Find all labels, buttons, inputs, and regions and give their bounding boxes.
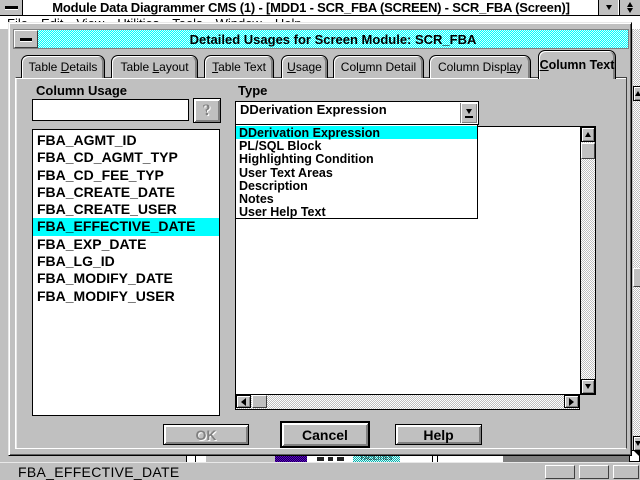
cancel-button-default-ring: Cancel (280, 421, 370, 448)
combobox-dropdown-button[interactable] (460, 103, 477, 123)
column-usage-listbox[interactable]: FBA_AGMT_ID FBA_CD_AGMT_TYP FBA_CD_FEE_T… (32, 129, 220, 416)
dropdown-item[interactable]: Notes (236, 192, 477, 205)
statusbar-panel (613, 465, 639, 479)
dialog-titlebar: Detailed Usages for Screen Module: SCR_F… (13, 29, 629, 49)
scroll-left-button[interactable] (236, 395, 251, 408)
restore-icon (627, 2, 633, 13)
dropdown-item[interactable]: User Text Areas (236, 166, 477, 179)
dialog-system-menu-button[interactable] (14, 30, 38, 48)
cancel-button[interactable]: Cancel (282, 423, 368, 446)
scroll-left-icon (241, 398, 246, 406)
horizontal-scrollbar-thumb[interactable] (252, 395, 267, 408)
scroll-down-icon (585, 384, 591, 389)
scroll-down-button[interactable] (581, 379, 595, 394)
statusbar-text: FBA_EFFECTIVE_DATE (18, 464, 180, 480)
column-usage-label: Column Usage (36, 83, 127, 98)
scroll-up-button[interactable] (581, 127, 595, 142)
scroll-right-icon (569, 398, 574, 406)
dropdown-item[interactable]: Highlighting Condition (236, 152, 477, 165)
background-scroll-down-button[interactable] (633, 436, 640, 451)
window-titlebar: Module Data Diagrammer CMS (1) - [MDD1 -… (0, 0, 640, 16)
textarea-vertical-scrollbar[interactable] (580, 126, 596, 395)
type-combobox-value: DDerivation Expression (240, 102, 387, 124)
dialog-system-menu-icon (20, 38, 32, 41)
background-scrollbar-thumb[interactable] (633, 268, 640, 287)
dropdown-item-selected[interactable]: DDerivation Expression (236, 126, 477, 139)
restore-button[interactable] (619, 0, 640, 15)
ok-button[interactable]: OK (163, 424, 249, 445)
detailed-usages-dialog: Detailed Usages for Screen Module: SCR_F… (8, 22, 632, 456)
vertical-scrollbar-thumb[interactable] (581, 143, 595, 159)
tab-table-details[interactable]: Table Details (21, 55, 105, 78)
type-combobox[interactable]: DDerivation Expression (235, 101, 479, 125)
scroll-up-icon (635, 91, 640, 96)
tab-usage[interactable]: Usage (281, 55, 328, 78)
find-question-icon: ? (202, 101, 212, 120)
chevron-down-icon (466, 109, 472, 114)
list-item[interactable]: FBA_CREATE_USER (33, 201, 219, 218)
list-item[interactable]: FBA_AGMT_ID (33, 132, 219, 149)
scroll-down-icon (635, 441, 640, 446)
list-item[interactable]: FBA_CD_FEE_TYP (33, 167, 219, 184)
tab-column-text[interactable]: Column Text (538, 50, 616, 79)
find-button[interactable]: ? (193, 98, 221, 123)
scroll-right-button[interactable] (564, 395, 579, 408)
statusbar: FBA_EFFECTIVE_DATE (0, 462, 640, 480)
statusbar-panel (579, 465, 609, 479)
window-system-menu-button[interactable] (0, 0, 23, 15)
window-title: Module Data Diagrammer CMS (1) - [MDD1 -… (24, 0, 598, 15)
dropdown-item[interactable]: Description (236, 179, 477, 192)
dialog-title: Detailed Usages for Screen Module: SCR_F… (38, 30, 628, 48)
background-vertical-scrollbar[interactable] (633, 29, 640, 456)
list-item[interactable]: FBA_MODIFY_DATE (33, 270, 219, 287)
list-item[interactable]: FBA_MODIFY_USER (33, 288, 219, 305)
tab-page-column-text: Column Usage ? FBA_AGMT_ID FBA_CD_AGMT_T… (15, 77, 627, 449)
dropdown-item[interactable]: User Help Text (236, 205, 477, 218)
list-item-selected[interactable]: FBA_EFFECTIVE_DATE (33, 218, 219, 235)
tab-column-display[interactable]: Column Display (429, 55, 531, 78)
scroll-up-icon (585, 132, 591, 137)
type-label: Type (238, 83, 267, 98)
list-item[interactable]: FBA_CD_AGMT_TYP (33, 149, 219, 166)
help-button[interactable]: Help (395, 424, 482, 445)
column-usage-filter-input[interactable] (32, 99, 189, 121)
background-scroll-up-button[interactable] (633, 86, 640, 101)
minimize-button[interactable] (598, 0, 618, 15)
tab-table-layout[interactable]: Table Layout (111, 55, 198, 78)
list-item[interactable]: FBA_LG_ID (33, 253, 219, 270)
tab-table-text[interactable]: Table Text (204, 55, 274, 78)
textarea-horizontal-scrollbar[interactable] (235, 395, 580, 410)
tab-column-detail[interactable]: Column Detail (333, 55, 424, 78)
list-item[interactable]: FBA_EXP_DATE (33, 236, 219, 253)
statusbar-panel (545, 465, 575, 479)
dropdown-item[interactable]: PL/SQL Block (236, 139, 477, 152)
minimize-icon (606, 5, 612, 10)
system-menu-icon (5, 6, 18, 9)
type-dropdown-list[interactable]: DDerivation Expression PL/SQL Block High… (235, 124, 478, 219)
list-item[interactable]: FBA_CREATE_DATE (33, 184, 219, 201)
